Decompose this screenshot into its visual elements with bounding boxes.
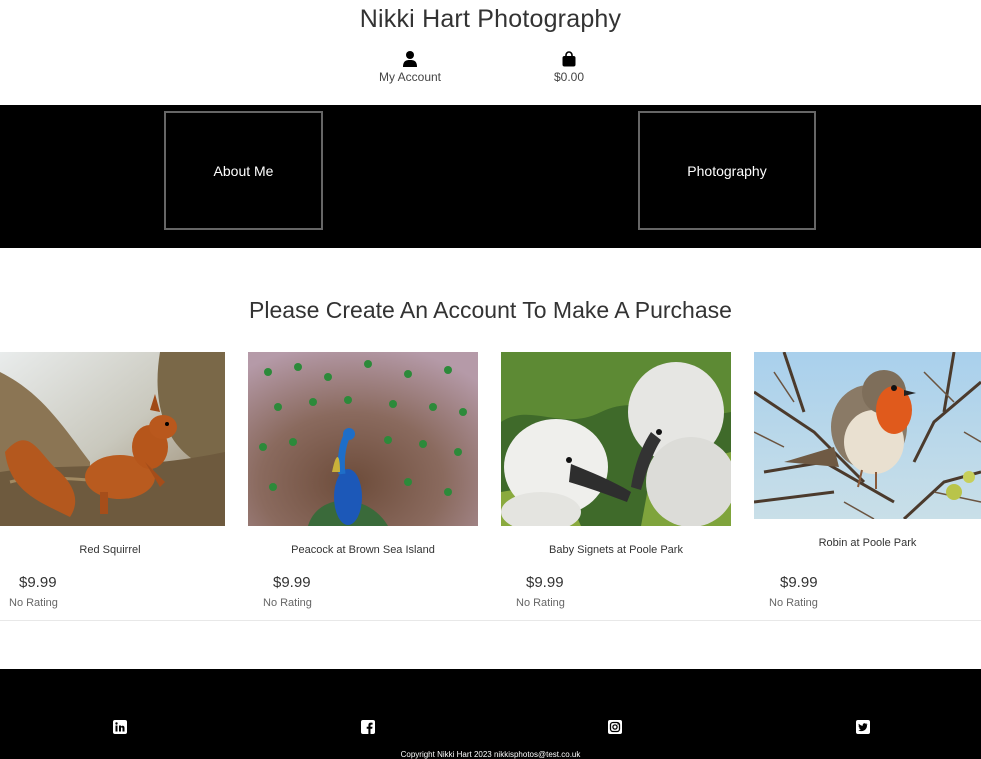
red-squirrel-photo[interactable]	[0, 352, 225, 526]
twitter-icon[interactable]	[856, 720, 870, 734]
photography-button[interactable]: Photography	[638, 111, 816, 230]
my-account-link[interactable]: My Account	[350, 51, 470, 84]
product-name[interactable]: Peacock at Brown Sea Island	[248, 544, 478, 556]
product-card: Peacock at Brown Sea Island $9.99 No Rat…	[248, 352, 478, 614]
product-card: Robin at Poole Park $9.99 No Rating	[754, 352, 981, 614]
robin-photo[interactable]	[754, 352, 981, 519]
site-footer: Copyright Nikki Hart 2023 nikkisphotos@t…	[0, 669, 981, 759]
product-name[interactable]: Baby Signets at Poole Park	[501, 544, 731, 556]
main-navigation: About Me Photography	[0, 105, 981, 248]
product-card: Baby Signets at Poole Park $9.99 No Rati…	[501, 352, 731, 614]
about-me-button[interactable]: About Me	[164, 111, 323, 230]
site-title[interactable]: Nikki Hart Photography	[0, 5, 981, 34]
linkedin-icon[interactable]	[113, 720, 127, 734]
my-account-label: My Account	[378, 70, 442, 84]
facebook-icon[interactable]	[361, 720, 375, 734]
user-icon	[350, 51, 470, 68]
product-price: $9.99	[273, 574, 311, 591]
copyright-text: Copyright Nikki Hart 2023 nikkisphotos@t…	[400, 750, 581, 759]
product-name[interactable]: Robin at Poole Park	[754, 537, 981, 549]
product-rating: No Rating	[263, 597, 312, 609]
shopping-bag-link[interactable]: $0.00	[509, 51, 629, 84]
product-rating: No Rating	[9, 597, 58, 609]
baby-signets-photo[interactable]	[501, 352, 731, 526]
site-header: Nikki Hart Photography My Account $0.00	[0, 0, 981, 105]
product-rating: No Rating	[769, 597, 818, 609]
bag-total: $0.00	[553, 70, 585, 84]
product-price: $9.99	[19, 574, 57, 591]
section-divider	[0, 620, 981, 621]
shopping-bag-icon	[509, 51, 629, 68]
product-price: $9.99	[526, 574, 564, 591]
product-price: $9.99	[780, 574, 818, 591]
page-heading: Please Create An Account To Make A Purch…	[249, 297, 732, 323]
product-card: Red Squirrel $9.99 No Rating	[0, 352, 225, 614]
peacock-photo[interactable]	[248, 352, 478, 526]
product-rating: No Rating	[516, 597, 565, 609]
instagram-icon[interactable]	[608, 720, 622, 734]
product-name[interactable]: Red Squirrel	[0, 544, 220, 556]
